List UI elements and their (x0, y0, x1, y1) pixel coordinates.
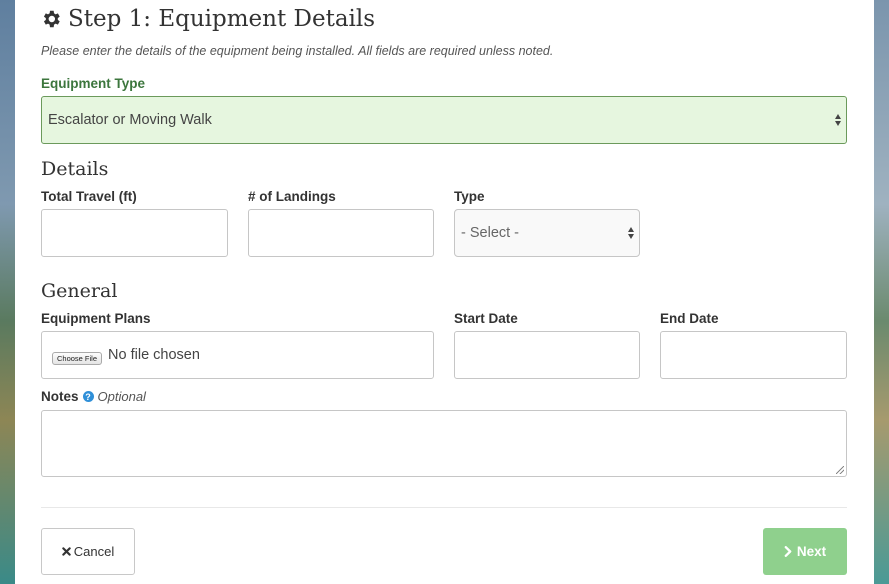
details-heading: Details (41, 158, 109, 180)
end-date-input[interactable] (660, 331, 847, 379)
file-status: No file chosen (108, 347, 200, 363)
total-travel-label: Total Travel (ft) (41, 189, 137, 204)
equipment-type-label: Equipment Type (41, 76, 146, 91)
times-icon (62, 547, 71, 556)
notes-textarea[interactable] (41, 410, 847, 477)
type-label: Type (454, 189, 485, 204)
select-arrows-icon (835, 114, 841, 126)
landings-label: # of Landings (248, 189, 336, 204)
type-select-value: - Select - (461, 225, 520, 241)
next-button[interactable]: Next (763, 528, 847, 575)
type-select[interactable]: - Select - (454, 209, 640, 257)
select-arrows-icon (628, 227, 634, 239)
form-divider (41, 507, 847, 508)
background-left (0, 0, 15, 584)
page-title: Step 1: Equipment Details (40, 6, 375, 32)
equipment-plans-file-input[interactable]: Choose File No file chosen (41, 331, 434, 379)
notes-optional-text: Optional (97, 389, 146, 404)
start-date-label: Start Date (454, 311, 518, 326)
start-date-input[interactable] (454, 331, 640, 379)
equipment-type-value: Escalator or Moving Walk (48, 112, 212, 128)
notes-label-row: Notes ? Optional (41, 389, 146, 404)
page-title-text: Step 1: Equipment Details (68, 6, 376, 32)
total-travel-input[interactable] (41, 209, 228, 257)
page-subtitle: Please enter the details of the equipmen… (41, 44, 554, 58)
cancel-button-label: Cancel (73, 544, 115, 559)
chevron-right-icon (784, 546, 792, 557)
gear-icon (43, 10, 60, 28)
notes-label: Notes (41, 389, 79, 404)
question-circle-icon[interactable]: ? (82, 391, 94, 402)
cancel-button[interactable]: Cancel (41, 528, 135, 575)
end-date-label: End Date (660, 311, 719, 326)
choose-file-button[interactable]: Choose File (52, 351, 103, 365)
next-button-label: Next (796, 544, 827, 559)
landings-input[interactable] (248, 209, 434, 257)
general-heading: General (41, 280, 118, 302)
equipment-plans-label: Equipment Plans (41, 311, 151, 326)
equipment-type-select[interactable]: Escalator or Moving Walk (41, 96, 847, 144)
background-right (874, 0, 889, 584)
form-panel: Step 1: Equipment Details Please enter t… (15, 0, 874, 584)
resize-handle-icon[interactable] (836, 466, 844, 474)
